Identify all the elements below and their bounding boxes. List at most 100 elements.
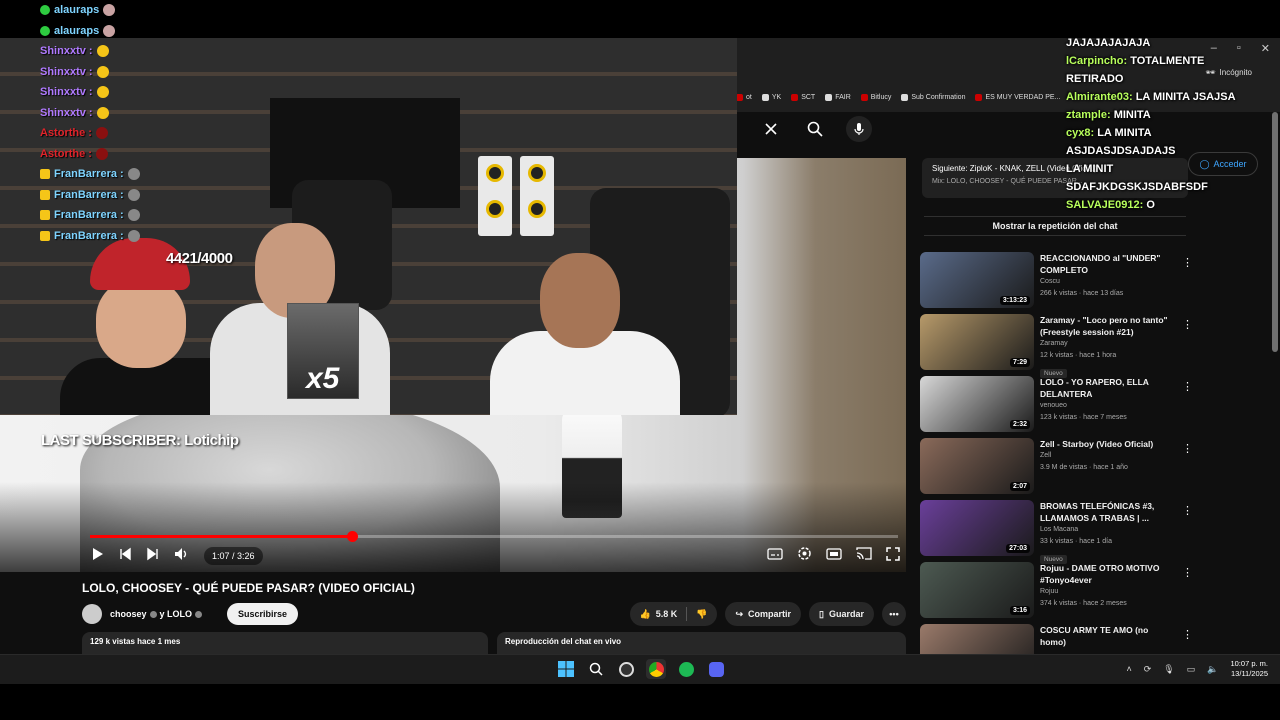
obs-icon[interactable] — [616, 659, 636, 679]
chat-username[interactable]: Shinxxtv : — [40, 86, 93, 98]
recommended-video[interactable]: 2:07 Zell - Starboy (Video Oficial) Zell 3.… — [920, 438, 1200, 500]
spotify-icon[interactable] — [676, 659, 696, 679]
chat-username[interactable]: alauraps — [54, 25, 99, 37]
chat-username[interactable]: Almirante03: — [1066, 91, 1133, 103]
mic-tray-icon[interactable]: 🎙 — [1163, 664, 1174, 675]
share-button[interactable]: ↪ Compartir — [725, 602, 802, 626]
video-thumbnail[interactable]: 3:16 — [920, 562, 1034, 618]
chat-line: SALVAJE0912: O — [1066, 196, 1276, 214]
recommended-video[interactable]: 27:03 BROMAS TELEFÓNICAS #3, LLAMAMOS A T… — [920, 500, 1200, 564]
video-thumbnail[interactable]: 27:03 — [920, 500, 1034, 556]
recommended-video[interactable]: 2:32 LOLO - YO RAPERO, ELLA DELANTERA veno… — [920, 376, 1200, 438]
video-thumbnail[interactable]: 2:32 — [920, 376, 1034, 432]
chat-username[interactable]: alauraps — [54, 4, 99, 16]
microphone-icon[interactable] — [846, 116, 872, 142]
recommended-video[interactable]: 3:13:23 REACCIONANDO al "UNDER" COMPLETO C… — [920, 252, 1200, 314]
previous-icon[interactable] — [118, 547, 132, 566]
chevron-up-icon[interactable]: ˄ — [1126, 664, 1131, 674]
chat-line: Astorthe : — [40, 144, 240, 165]
chat-username[interactable]: Shinxxtv : — [40, 66, 93, 78]
more-vertical-icon[interactable]: ⋮ — [1182, 628, 1193, 641]
bookmark-item[interactable]: YK — [761, 93, 781, 101]
video-title[interactable]: BROMAS TELEFÓNICAS #3, LLAMAMOS A TRABAS… — [1040, 500, 1170, 524]
video-channel[interactable]: Los Macana — [1040, 524, 1170, 536]
video-channel[interactable]: Zaramay — [1040, 338, 1170, 350]
video-title[interactable]: Zell - Starboy (Video Oficial) — [1040, 438, 1170, 450]
recommended-video[interactable]: COSCU ARMY TE AMO (no homo) ⋮ — [920, 624, 1200, 654]
chat-username[interactable]: cyx8: — [1066, 127, 1094, 139]
play-icon[interactable] — [90, 547, 104, 566]
chat-username[interactable]: Astorthe : — [40, 127, 92, 139]
clock[interactable]: 10:07 p. m. 13/11/2025 — [1230, 659, 1268, 679]
save-button[interactable]: ▯ Guardar — [809, 602, 874, 626]
bookmark-item[interactable]: SCT — [791, 93, 815, 101]
more-vertical-icon[interactable]: ⋮ — [1182, 380, 1193, 393]
recommended-video[interactable]: 7:29 Zaramay - "Loco pero no tanto" (Free… — [920, 314, 1200, 378]
video-thumbnail[interactable]: 3:13:23 — [920, 252, 1034, 308]
video-thumbnail[interactable] — [920, 624, 1034, 654]
video-channel[interactable]: venoueo — [1040, 400, 1170, 412]
taskbar-search-icon[interactable] — [586, 659, 606, 679]
chat-username[interactable]: FranBarrera : — [54, 189, 124, 201]
recommended-video[interactable]: 3:16 Rojuu - DAME OTRO MOTIVO #Tonyo4ever… — [920, 562, 1200, 624]
more-vertical-icon[interactable]: ⋮ — [1182, 318, 1193, 331]
windows-start-icon[interactable] — [556, 659, 576, 679]
chat-username[interactable]: lCarpincho: — [1066, 55, 1127, 67]
bookmark-item[interactable]: Sub Confirmation — [901, 93, 965, 101]
chat-replay-box[interactable]: Reproducción del chat en vivo — [497, 632, 906, 654]
chat-username[interactable]: FranBarrera : — [54, 209, 124, 221]
chat-username[interactable]: FranBarrera : — [54, 230, 124, 242]
network-icon[interactable]: ▭ — [1187, 664, 1196, 675]
subtitles-icon[interactable] — [767, 547, 783, 565]
more-vertical-icon[interactable]: ⋮ — [1182, 442, 1193, 455]
chat-username[interactable]: SALVAJE0912: — [1066, 199, 1143, 211]
bookmark-item[interactable]: ES MUY VERDAD PE... — [975, 93, 1060, 101]
thumbs-down-icon[interactable]: 👎 — [696, 609, 707, 620]
discord-icon[interactable] — [706, 659, 726, 679]
video-channel[interactable]: Coscu — [1040, 276, 1170, 288]
clear-search-icon[interactable] — [758, 116, 784, 142]
show-chat-replay-button[interactable]: Mostrar la repetición del chat — [924, 216, 1186, 236]
search-icon[interactable] — [802, 116, 828, 142]
chat-username[interactable]: Shinxxtv : — [40, 45, 93, 57]
fullscreen-icon[interactable] — [886, 546, 900, 566]
bookmark-item[interactable]: FAIR — [825, 93, 851, 101]
chat-username[interactable]: Astorthe : — [40, 148, 92, 160]
next-icon[interactable] — [146, 547, 160, 566]
collab-channel-name[interactable]: y LOLO — [160, 609, 193, 619]
chat-username[interactable]: FranBarrera : — [54, 168, 124, 180]
volume-icon[interactable] — [174, 547, 190, 566]
more-actions-button[interactable]: ••• — [882, 602, 906, 626]
video-title[interactable]: Rojuu - DAME OTRO MOTIVO #Tonyo4ever — [1040, 562, 1170, 586]
more-vertical-icon[interactable]: ⋮ — [1182, 504, 1193, 517]
bookmark-item[interactable]: Bitlucy — [860, 93, 891, 101]
channel-name[interactable]: choosey — [110, 609, 147, 619]
video-channel[interactable]: Zell — [1040, 450, 1170, 462]
sync-icon[interactable]: ⟳ — [1144, 664, 1152, 675]
subscribe-button[interactable]: Suscribirse — [227, 603, 299, 625]
bookmark-item[interactable]: ot — [736, 93, 752, 101]
theater-mode-icon[interactable] — [826, 547, 842, 565]
video-thumbnail[interactable]: 7:29 — [920, 314, 1034, 370]
chrome-icon[interactable] — [646, 659, 666, 679]
progress-scrubber[interactable] — [346, 531, 358, 542]
chat-username[interactable]: Shinxxtv : — [40, 107, 93, 119]
like-button[interactable]: 👍 5.8 K 👎 — [629, 602, 718, 626]
video-thumbnail[interactable]: 2:07 — [920, 438, 1034, 494]
video-title[interactable]: COSCU ARMY TE AMO (no homo) — [1040, 624, 1170, 648]
video-channel[interactable]: Rojuu — [1040, 586, 1170, 598]
recommendations-list: 3:13:23 REACCIONANDO al "UNDER" COMPLETO C… — [920, 252, 1200, 654]
speaker-icon[interactable]: 🔈 — [1207, 664, 1218, 675]
chat-username[interactable]: ztample: — [1066, 109, 1111, 121]
settings-gear-icon[interactable] — [797, 546, 812, 566]
more-vertical-icon[interactable]: ⋮ — [1182, 256, 1193, 269]
video-title[interactable]: Zaramay - "Loco pero no tanto" (Freestyl… — [1040, 314, 1170, 338]
more-vertical-icon[interactable]: ⋮ — [1182, 566, 1193, 579]
description-box[interactable]: 129 k vistas hace 1 mes — [82, 632, 488, 654]
video-title[interactable]: LOLO - YO RAPERO, ELLA DELANTERA — [1040, 376, 1170, 400]
cast-icon[interactable] — [856, 547, 872, 565]
channel-avatar[interactable] — [82, 604, 102, 624]
progress-bar[interactable] — [90, 531, 898, 542]
duration-badge: 27:03 — [1006, 544, 1030, 553]
video-title[interactable]: REACCIONANDO al "UNDER" COMPLETO — [1040, 252, 1170, 276]
